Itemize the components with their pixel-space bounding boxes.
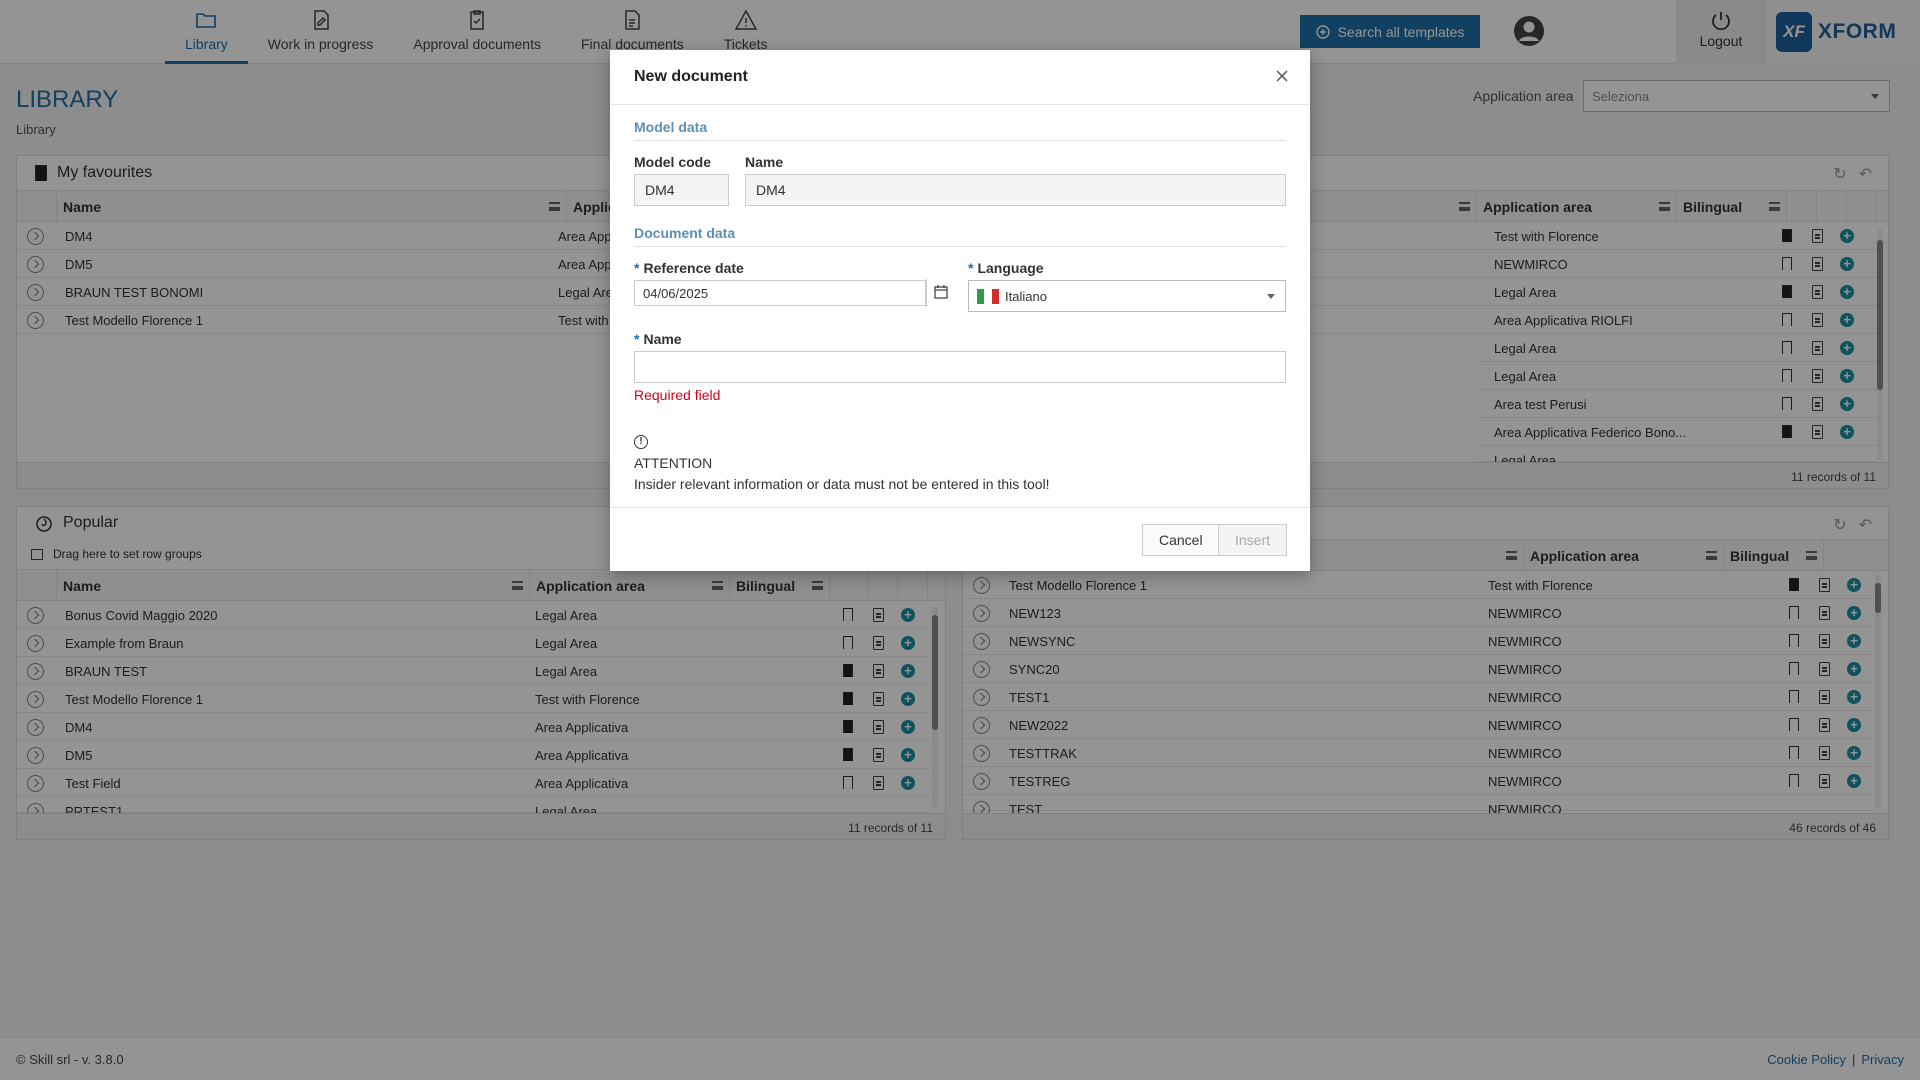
reference-date-label: * Reference date xyxy=(634,260,744,276)
model-data-section-title: Model data xyxy=(634,119,708,135)
new-document-dialog: New document Model data Model code Name … xyxy=(610,50,1310,571)
section-divider xyxy=(634,246,1286,247)
document-name-input[interactable] xyxy=(634,351,1286,383)
dialog-header-divider xyxy=(610,104,1310,105)
attention-title: ATTENTION xyxy=(634,455,713,471)
model-code-field xyxy=(634,174,729,206)
dialog-footer-divider xyxy=(610,507,1310,508)
model-name-field xyxy=(745,174,1286,206)
info-alert-icon: ! xyxy=(634,435,648,449)
model-name-label: Name xyxy=(745,154,784,170)
calendar-button[interactable] xyxy=(926,279,954,307)
required-marker: * xyxy=(634,260,640,276)
reference-date-label-text: Reference date xyxy=(643,260,744,276)
dialog-title: New document xyxy=(634,68,748,85)
required-marker: * xyxy=(634,331,640,347)
language-label: * Language xyxy=(968,260,1044,276)
close-icon[interactable] xyxy=(1274,68,1290,84)
chevron-down-icon xyxy=(1267,294,1275,299)
cancel-button[interactable]: Cancel xyxy=(1142,524,1220,556)
language-label-text: Language xyxy=(977,260,1044,276)
document-data-section-title: Document data xyxy=(634,225,736,241)
required-marker: * xyxy=(968,260,974,276)
model-code-label: Model code xyxy=(634,154,712,170)
document-name-label-text: Name xyxy=(643,331,682,347)
required-field-error: Required field xyxy=(634,387,721,403)
language-selected-value: Italiano xyxy=(1005,288,1047,304)
insert-button[interactable]: Insert xyxy=(1218,524,1288,556)
section-divider xyxy=(634,140,1286,141)
attention-text: Insider relevant information or data mus… xyxy=(634,476,1050,492)
reference-date-input[interactable] xyxy=(634,280,926,306)
calendar-icon xyxy=(934,285,948,299)
document-name-label: * Name xyxy=(634,331,682,347)
language-select[interactable]: Italiano xyxy=(968,280,1286,312)
italy-flag-icon xyxy=(977,288,999,304)
